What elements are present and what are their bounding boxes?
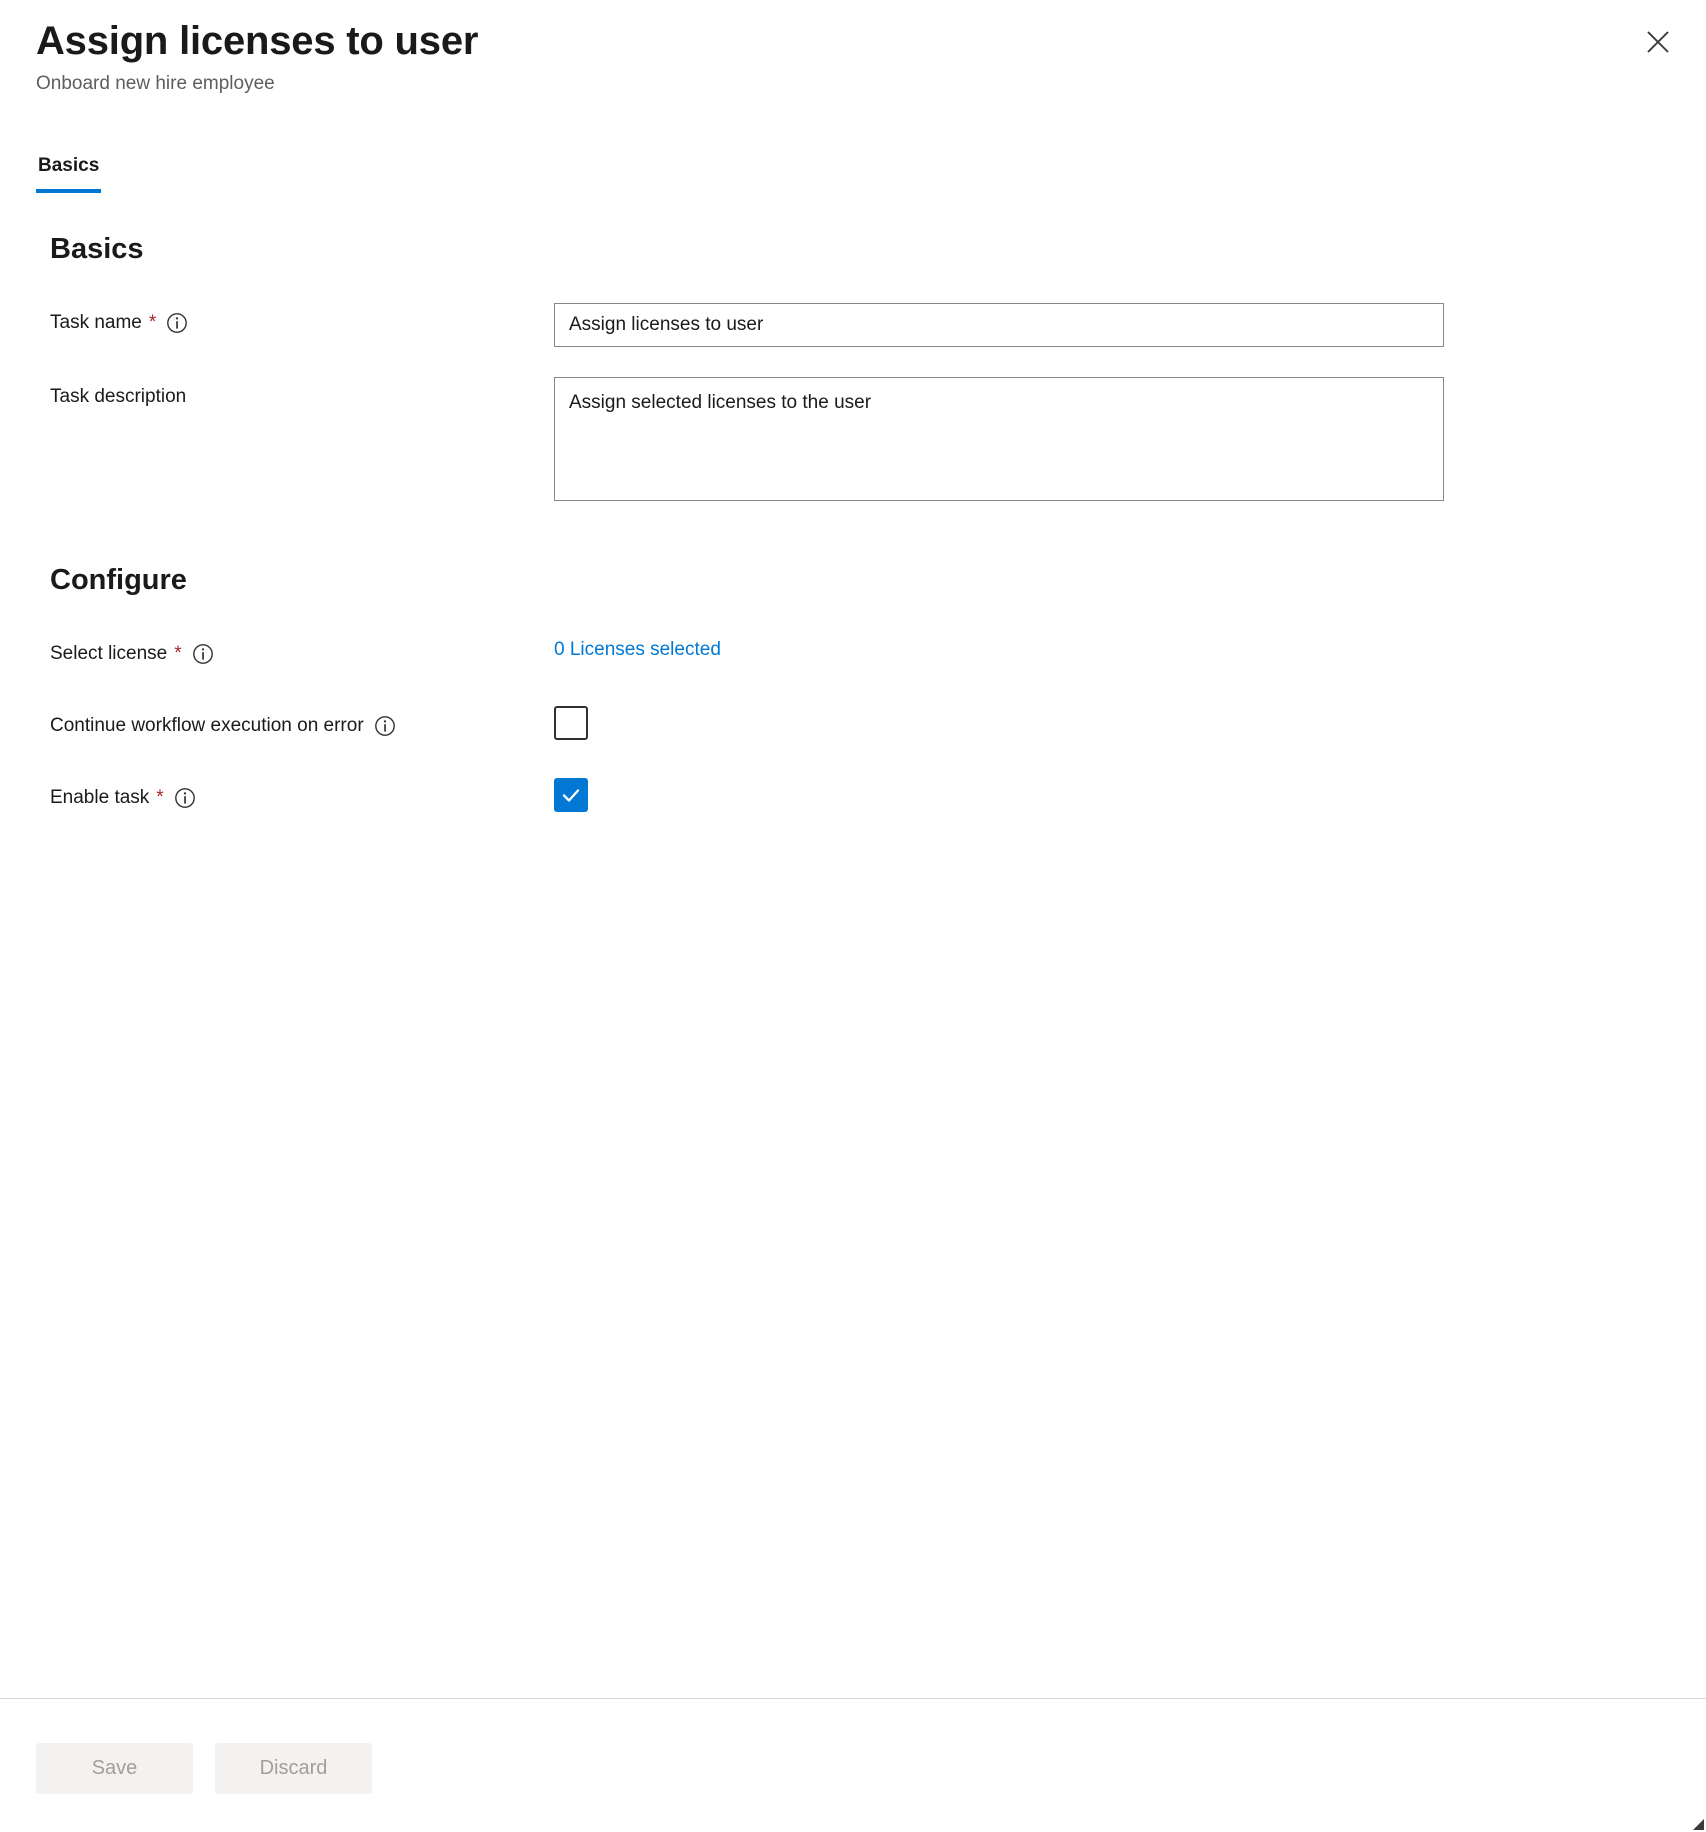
enable-task-label-group: Enable task * — [50, 778, 554, 814]
enable-task-label: Enable task — [50, 782, 149, 814]
task-description-label-group: Task description — [50, 377, 554, 413]
page-title: Assign licenses to user — [36, 18, 1670, 65]
panel-footer: Save Discard — [0, 1698, 1706, 1832]
task-description-label: Task description — [50, 381, 186, 413]
checkmark-icon — [560, 784, 582, 806]
info-icon[interactable] — [166, 312, 188, 334]
task-name-required-marker: * — [149, 313, 156, 332]
continue-on-error-label-group: Continue workflow execution on error — [50, 706, 554, 742]
info-icon[interactable] — [192, 643, 214, 665]
task-name-label: Task name — [50, 307, 142, 339]
footer-actions: Save Discard — [0, 1699, 1706, 1794]
task-name-label-group: Task name * — [50, 303, 554, 339]
tab-basics-label: Basics — [38, 155, 99, 176]
select-license-required-marker: * — [174, 644, 181, 663]
task-name-input[interactable] — [554, 303, 1444, 347]
field-row-task-name: Task name * — [36, 303, 1670, 347]
select-license-label: Select license — [50, 638, 167, 670]
save-button[interactable]: Save — [36, 1743, 193, 1794]
task-description-textarea[interactable] — [554, 377, 1444, 501]
field-row-continue-on-error: Continue workflow execution on error — [36, 706, 1670, 742]
page-subtitle: Onboard new hire employee — [36, 72, 1670, 97]
info-icon[interactable] — [174, 787, 196, 809]
close-icon — [1645, 29, 1671, 55]
field-row-task-description: Task description — [36, 377, 1670, 501]
section-heading-basics: Basics — [50, 232, 1670, 267]
continue-on-error-checkbox[interactable] — [554, 706, 588, 740]
licenses-selected-link[interactable]: 0 Licenses selected — [554, 634, 721, 666]
resize-grip-icon[interactable] — [1690, 1816, 1704, 1830]
enable-task-checkbox[interactable] — [554, 778, 588, 812]
panel-body: Basics Task name * Task description — [0, 232, 1706, 814]
field-row-select-license: Select license * 0 Licenses selected — [36, 634, 1670, 670]
assign-licenses-panel: Assign licenses to user Onboard new hire… — [0, 0, 1706, 1832]
info-icon[interactable] — [374, 715, 396, 737]
tab-basics[interactable]: Basics — [36, 155, 101, 193]
tabstrip: Basics — [36, 155, 101, 193]
panel-header: Assign licenses to user Onboard new hire… — [0, 0, 1706, 97]
checkmark-icon — [560, 712, 582, 734]
select-license-label-group: Select license * — [50, 634, 554, 670]
discard-button[interactable]: Discard — [215, 1743, 372, 1794]
enable-task-required-marker: * — [156, 788, 163, 807]
section-heading-configure: Configure — [50, 563, 1670, 598]
close-button[interactable] — [1632, 16, 1684, 68]
continue-on-error-label: Continue workflow execution on error — [50, 710, 364, 742]
field-row-enable-task: Enable task * — [36, 778, 1670, 814]
